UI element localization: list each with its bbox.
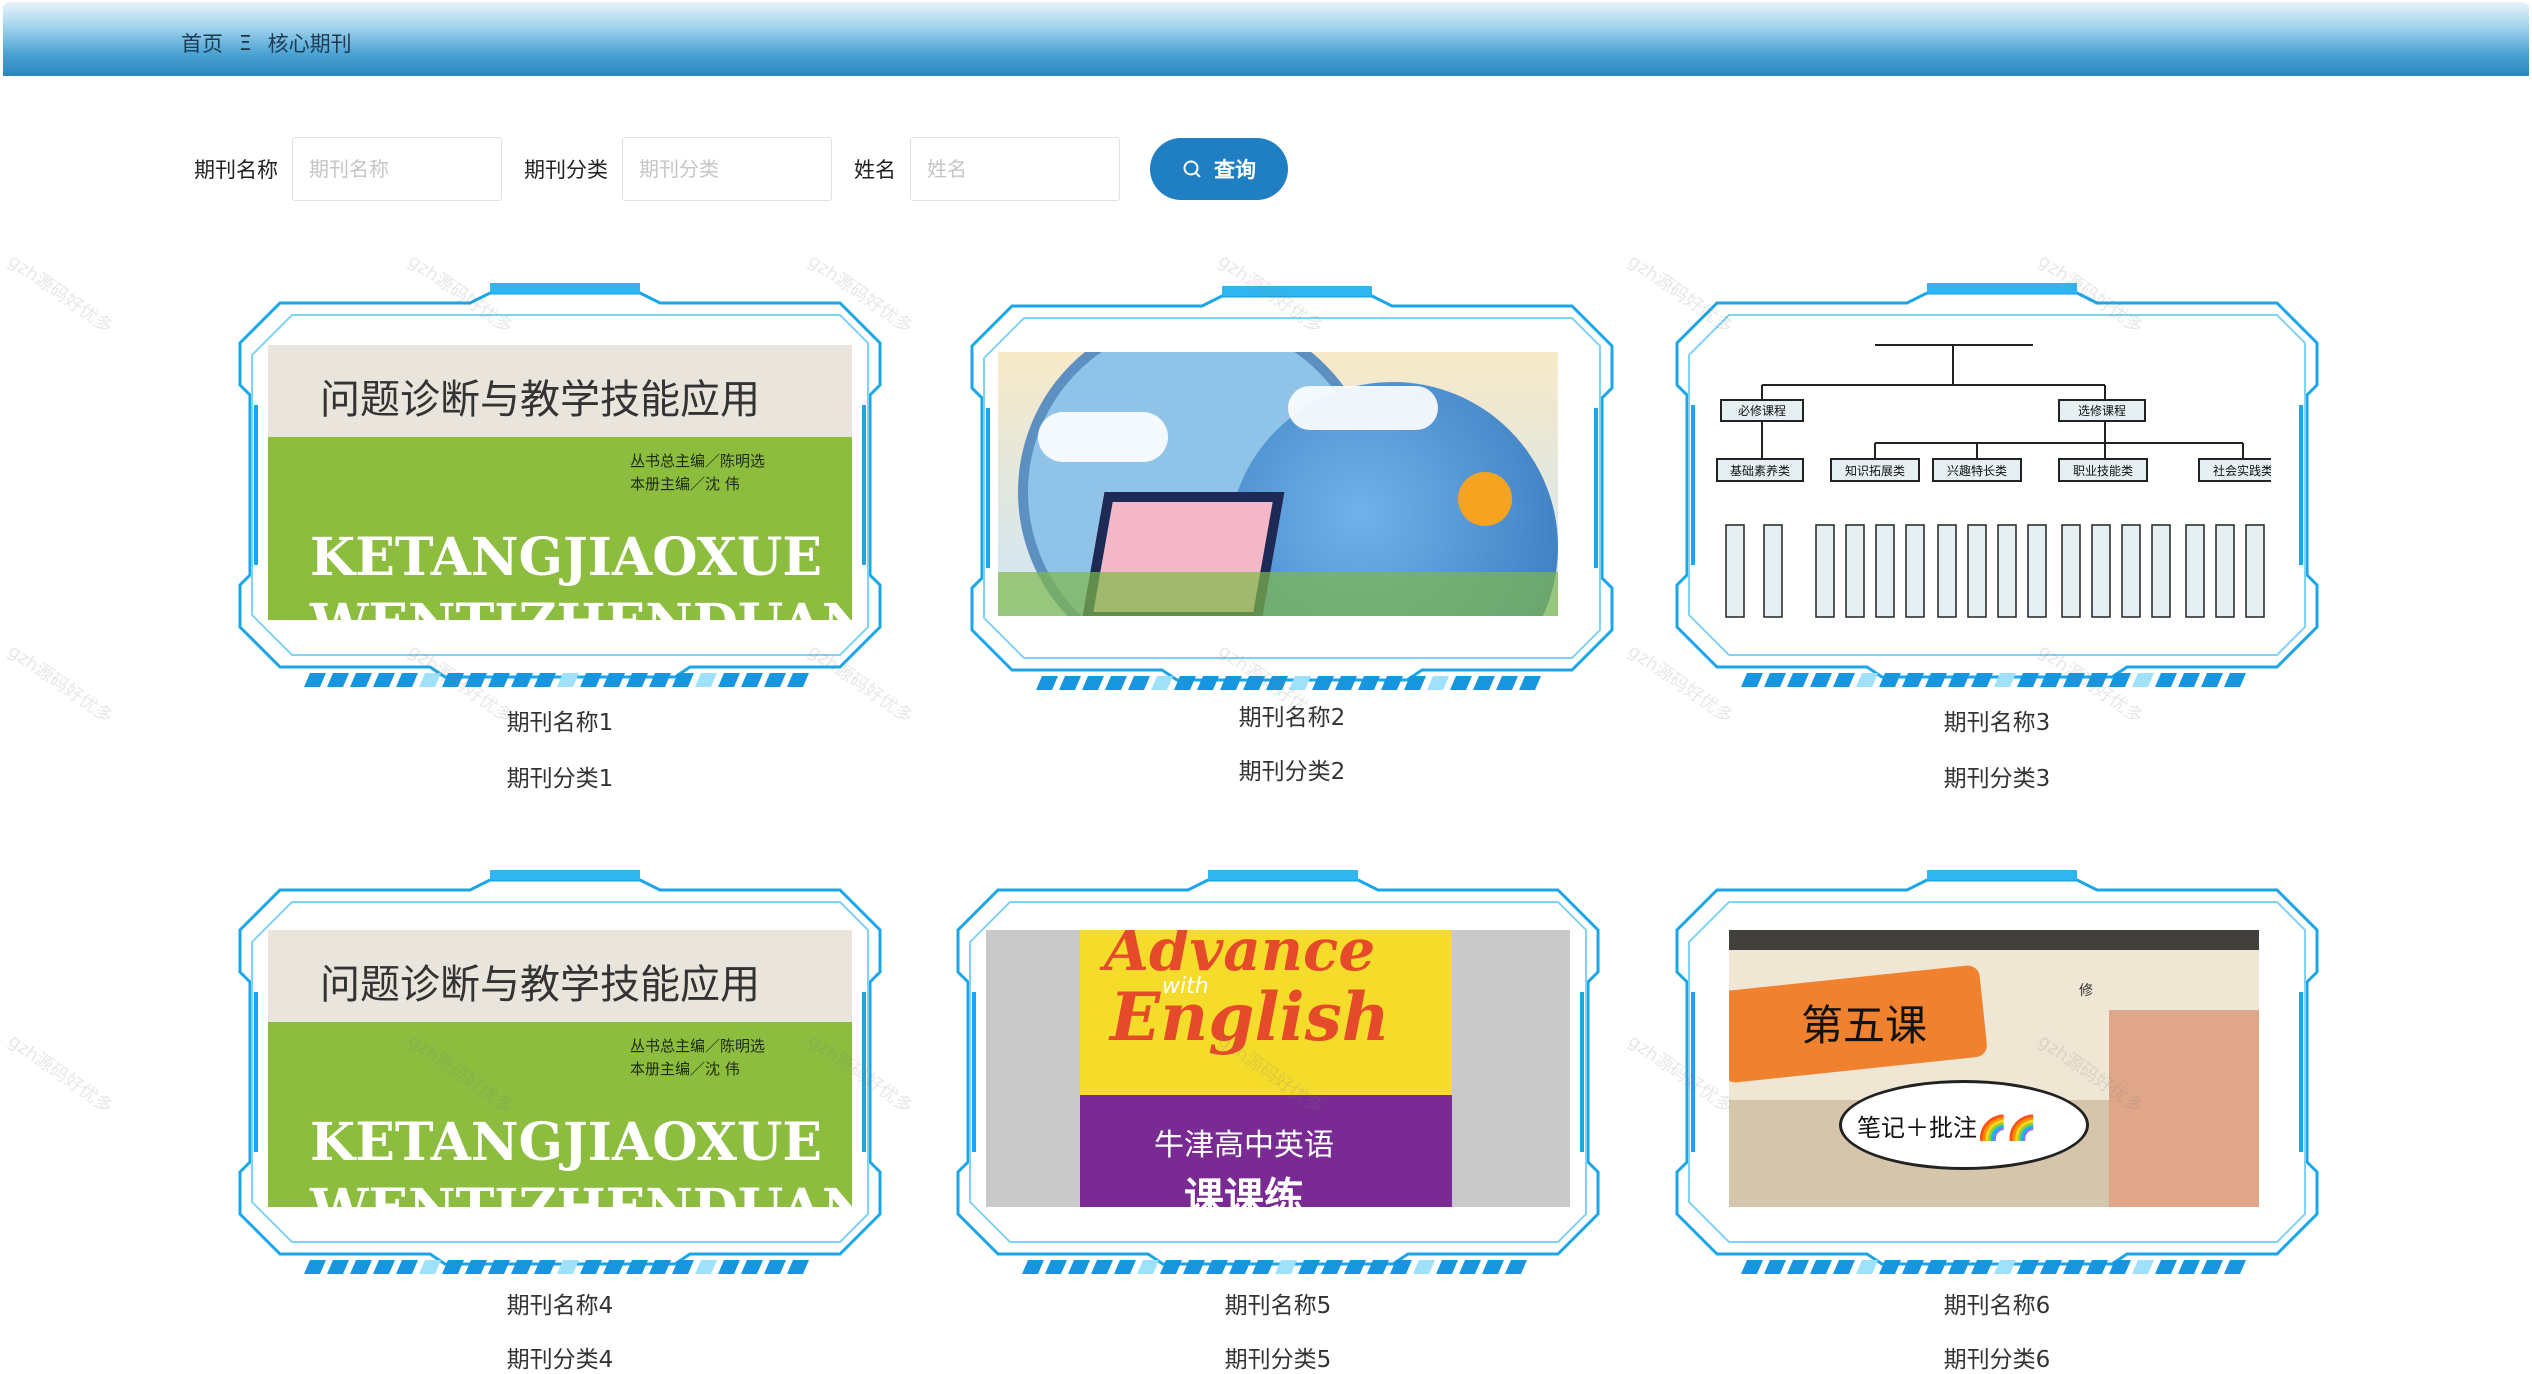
journal-name: 期刊名称1 (506, 710, 614, 736)
journal-name: 期刊名称6 (1943, 1293, 2051, 1319)
journal-card-1[interactable]: 问题诊断与教学技能应用 丛书总主编／陈明选 本册主编／沈 伟 KETANGJIA… (220, 275, 900, 795)
diagram-node-elective: 选修课程 (2078, 403, 2126, 418)
journal-card-4[interactable]: 问题诊断与教学技能应用 丛书总主编／陈明选 本册主编／沈 伟 KETANGJIA… (220, 862, 900, 1373)
journal-name: 期刊名称4 (506, 1293, 614, 1319)
journal-name: 期刊名称2 (1238, 705, 1346, 731)
journal-name: 期刊名称3 (1943, 710, 2051, 736)
journal-cover-2[interactable] (998, 352, 1558, 616)
journal-cover-5[interactable]: Advance with English 牛津高中英语 课课练 (986, 930, 1570, 1207)
person-name-input[interactable] (910, 137, 1120, 201)
diagram-node: 知识拓展类 (1845, 464, 1905, 478)
journal-category: 期刊分类1 (506, 766, 614, 792)
breadcrumb-current: 核心期刊 (267, 32, 352, 56)
search-button-label: 查询 (1214, 159, 1256, 182)
cover-text: 修 (2079, 983, 2093, 999)
cover-pinyin: KETANGJIAOXUE (310, 1112, 822, 1173)
journal-card-2[interactable]: 期刊名称2 期刊分类2 (952, 278, 1632, 788)
breadcrumb: 首页 Ξ 核心期刊 (181, 28, 352, 58)
journal-name-input[interactable] (292, 137, 502, 201)
journal-category: 期刊分类2 (1238, 759, 1346, 785)
journal-card-3[interactable]: 必修课程 选修课程 基础素养类 知识拓展类 兴趣特长类 职业技能类 社会实践类 … (1657, 275, 2337, 795)
journal-cover-1[interactable]: 问题诊断与教学技能应用 丛书总主编／陈明选 本册主编／沈 伟 KETANGJIA… (268, 345, 852, 620)
search-icon (1183, 160, 1201, 178)
journal-category: 期刊分类3 (1943, 766, 2051, 792)
cover-title: 问题诊断与教学技能应用 (320, 377, 760, 423)
journal-category-label: 期刊分类 (524, 158, 608, 182)
watermark-text: gzh源码好优多 (4, 640, 117, 728)
cover-title: 问题诊断与教学技能应用 (320, 962, 760, 1008)
journal-card-5[interactable]: Advance with English 牛津高中英语 课课练 期刊名称5 期刊… (938, 862, 1618, 1373)
diagram-node: 兴趣特长类 (1947, 463, 2007, 478)
journal-cover-6[interactable]: 第五课 修 笔记＋批注🌈🌈 (1729, 930, 2259, 1207)
curriculum-tree-diagram: 必修课程 选修课程 基础素养类 知识拓展类 兴趣特长类 职业技能类 社会实践类 (1716, 344, 2271, 618)
watermark-text: gzh源码好优多 (4, 250, 117, 338)
diagram-node: 职业技能类 (2073, 464, 2133, 478)
diagram-node: 社会实践类 (2213, 463, 2271, 478)
journal-name: 期刊名称5 (1224, 1293, 1332, 1319)
cover-pinyin: WENTIZHENDUAN (310, 1178, 852, 1207)
diagram-node: 基础素养类 (1730, 463, 1790, 478)
journal-category-input[interactable] (622, 137, 832, 201)
search-form: 期刊名称 期刊分类 姓名 查询 (194, 136, 1288, 202)
cover-note: 笔记＋批注🌈🌈 (1857, 1114, 2037, 1142)
journal-category: 期刊分类6 (1943, 1347, 2051, 1373)
cover-editor: 本册主编／沈 伟 (630, 1060, 740, 1078)
search-button[interactable]: 查询 (1150, 138, 1288, 200)
journal-name-label: 期刊名称 (194, 158, 278, 182)
cover-title: Advance (1104, 930, 1376, 984)
cover-editor: 丛书总主编／陈明选 (630, 1037, 766, 1055)
cover-editor: 丛书总主编／陈明选 (630, 452, 766, 470)
breadcrumb-separator-icon: Ξ (239, 31, 252, 55)
journal-category: 期刊分类4 (506, 1347, 614, 1373)
cover-subtitle: 牛津高中英语 (1154, 1128, 1334, 1163)
journal-category: 期刊分类5 (1224, 1347, 1332, 1373)
top-header-bar: 首页 Ξ 核心期刊 (3, 2, 2529, 76)
cover-title: English (1110, 978, 1390, 1056)
cover-pinyin: KETANGJIAOXUE (310, 527, 822, 588)
watermark-text: gzh源码好优多 (4, 1030, 117, 1118)
journal-cover-4[interactable]: 问题诊断与教学技能应用 丛书总主编／陈明选 本册主编／沈 伟 KETANGJIA… (268, 930, 852, 1207)
diagram-node-required: 必修课程 (1738, 403, 1786, 418)
cover-pinyin: WENTIZHENDUAN (310, 593, 852, 620)
cover-subtitle: 课课练 (1184, 1175, 1304, 1207)
cover-editor: 本册主编／沈 伟 (630, 475, 740, 493)
breadcrumb-home-link[interactable]: 首页 (181, 28, 223, 58)
journal-cover-3[interactable]: 必修课程 选修课程 基础素养类 知识拓展类 兴趣特长类 职业技能类 社会实践类 (1715, 343, 2271, 621)
journal-card-6[interactable]: 第五课 修 笔记＋批注🌈🌈 期刊名称6 期刊分类6 (1657, 862, 2337, 1373)
cover-title: 第五课 (1801, 1001, 1928, 1050)
person-name-label: 姓名 (854, 158, 896, 182)
